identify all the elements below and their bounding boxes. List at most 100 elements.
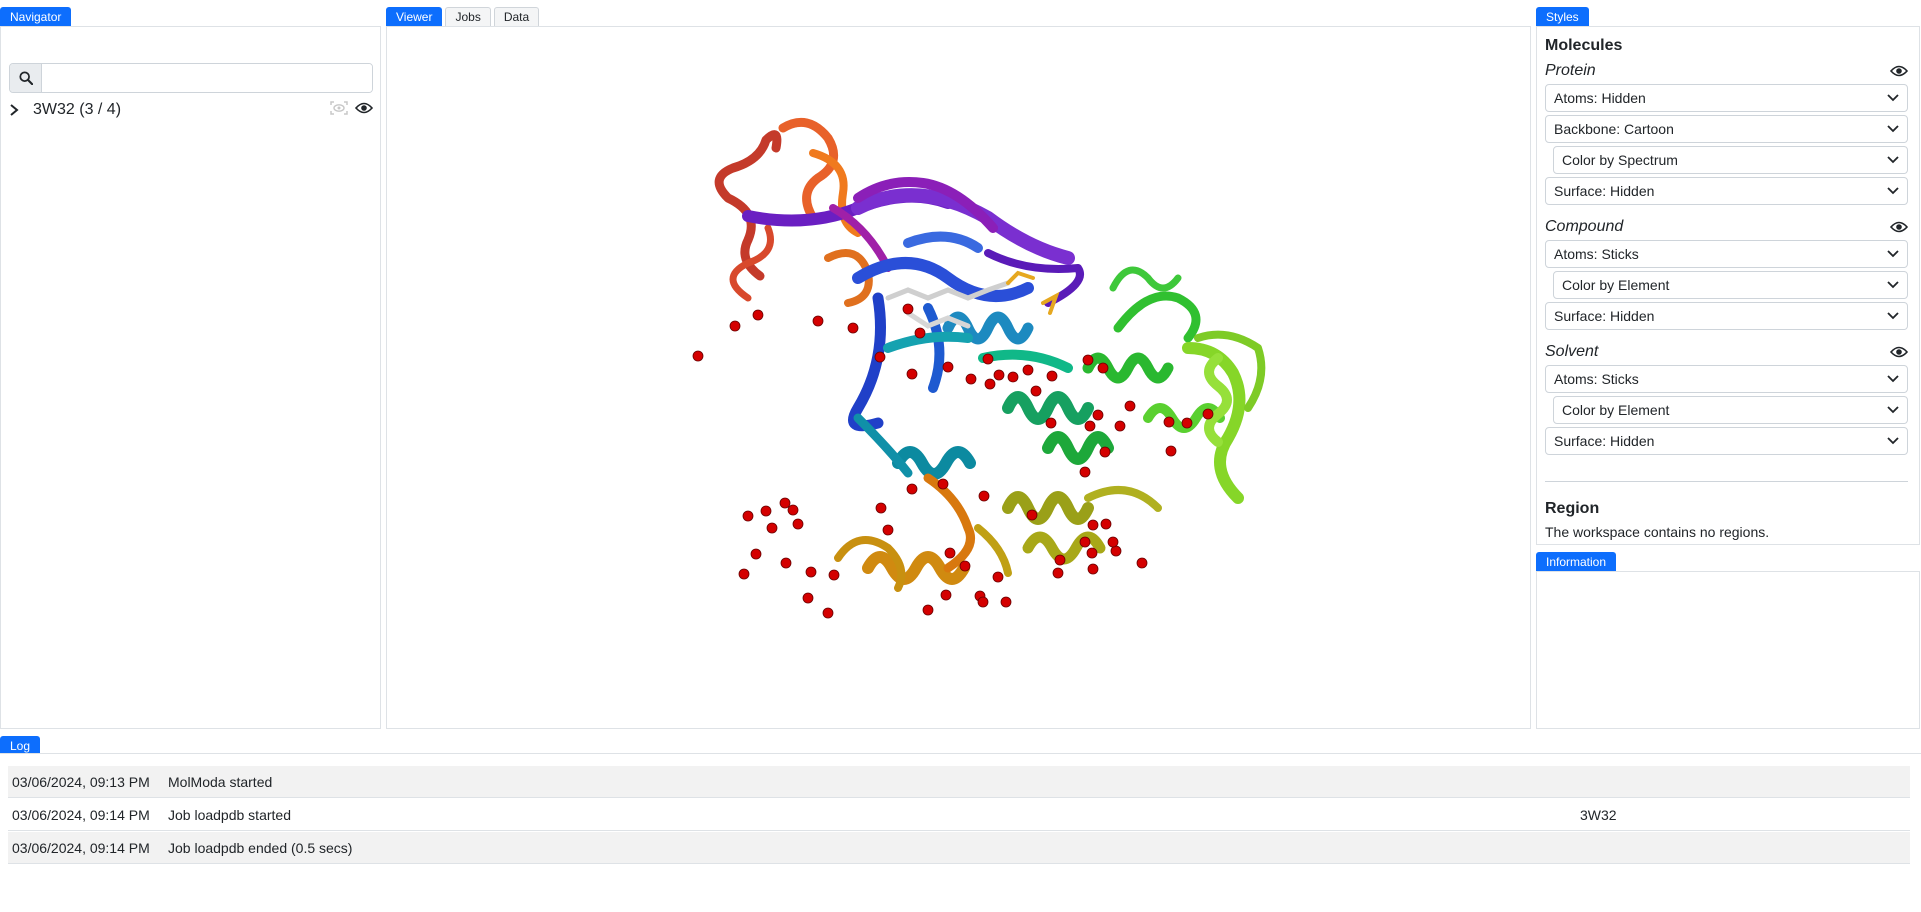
chevron-down-icon bbox=[1887, 312, 1899, 320]
viewer-panel bbox=[386, 26, 1531, 729]
water-oxygen-sphere bbox=[965, 373, 977, 385]
navigator-search bbox=[9, 63, 373, 93]
group-protein-header: Protein bbox=[1545, 60, 1908, 82]
water-oxygen-sphere bbox=[787, 504, 799, 516]
solvent-surface-select[interactable]: Surface: Hidden bbox=[1545, 427, 1908, 455]
chevron-down-icon bbox=[1887, 125, 1899, 133]
information-panel bbox=[1536, 571, 1920, 729]
water-oxygen-sphere bbox=[993, 369, 1005, 381]
log-time: 03/06/2024, 09:14 PM bbox=[12, 806, 150, 823]
log-panel: 03/06/2024, 09:13 PM MolModa started 03/… bbox=[0, 753, 1921, 912]
water-oxygen-sphere bbox=[944, 547, 956, 559]
log-row: 03/06/2024, 09:13 PM MolModa started bbox=[8, 766, 1910, 798]
eye-icon[interactable] bbox=[1890, 220, 1908, 234]
water-oxygen-sphere bbox=[752, 309, 764, 321]
compound-color-select[interactable]: Color by Element bbox=[1553, 271, 1908, 299]
protein-atoms-value: Atoms: Hidden bbox=[1554, 90, 1646, 106]
water-oxygen-sphere bbox=[1046, 370, 1058, 382]
water-oxygen-sphere bbox=[1007, 371, 1019, 383]
water-oxygen-sphere bbox=[805, 566, 817, 578]
styles-divider bbox=[1545, 481, 1908, 482]
water-oxygen-sphere bbox=[847, 322, 859, 334]
tab-data[interactable]: Data bbox=[493, 7, 540, 26]
eye-icon[interactable] bbox=[1890, 345, 1908, 359]
water-oxygen-sphere bbox=[802, 592, 814, 604]
tab-jobs[interactable]: Jobs bbox=[445, 7, 491, 26]
search-button[interactable] bbox=[10, 64, 42, 92]
chevron-down-icon bbox=[1887, 375, 1899, 383]
chevron-down-icon bbox=[1887, 250, 1899, 258]
chevron-down-icon bbox=[1887, 281, 1899, 289]
protein-atoms-select[interactable]: Atoms: Hidden bbox=[1545, 84, 1908, 112]
water-oxygen-sphere bbox=[1163, 416, 1175, 428]
water-oxygen-sphere bbox=[906, 483, 918, 495]
water-oxygen-sphere bbox=[1086, 547, 1098, 559]
water-oxygen-sphere bbox=[902, 303, 914, 315]
log-message: MolModa started bbox=[168, 773, 273, 790]
water-oxygen-sphere bbox=[779, 497, 791, 509]
water-oxygen-sphere bbox=[875, 502, 887, 514]
molecules-title: Molecules bbox=[1545, 37, 1623, 54]
water-oxygen-sphere bbox=[1000, 596, 1012, 608]
solvent-color-select[interactable]: Color by Element bbox=[1553, 396, 1908, 424]
group-compound-header: Compound bbox=[1545, 216, 1908, 238]
eye-icon[interactable] bbox=[1890, 64, 1908, 78]
water-oxygen-sphere bbox=[1082, 354, 1094, 366]
protein-surface-select[interactable]: Surface: Hidden bbox=[1545, 177, 1908, 205]
log-row: 03/06/2024, 09:14 PM Job loadpdb ended (… bbox=[8, 832, 1910, 864]
information-tabstrip: Information bbox=[1536, 552, 1617, 571]
tab-viewer[interactable]: Viewer bbox=[386, 7, 443, 26]
water-oxygen-sphere bbox=[742, 510, 754, 522]
protein-color-select[interactable]: Color by Spectrum bbox=[1553, 146, 1908, 174]
water-oxygen-sphere bbox=[1087, 563, 1099, 575]
water-oxygen-sphere bbox=[992, 571, 1004, 583]
water-oxygen-sphere bbox=[922, 604, 934, 616]
molecule-viewer-canvas[interactable] bbox=[388, 28, 1531, 729]
protein-backbone-select[interactable]: Backbone: Cartoon bbox=[1545, 115, 1908, 143]
water-oxygen-sphere bbox=[822, 607, 834, 619]
water-oxygen-sphere bbox=[1124, 400, 1136, 412]
water-oxygen-sphere bbox=[1030, 385, 1042, 397]
tab-information[interactable]: Information bbox=[1536, 552, 1617, 571]
styles-panel: Molecules Protein Atoms: Hidden Backbone… bbox=[1536, 26, 1920, 545]
water-oxygen-sphere bbox=[982, 353, 994, 365]
compound-atoms-select[interactable]: Atoms: Sticks bbox=[1545, 240, 1908, 268]
water-oxygen-sphere bbox=[812, 315, 824, 327]
water-oxygen-sphere bbox=[1097, 362, 1109, 374]
water-oxygen-sphere bbox=[978, 490, 990, 502]
water-oxygen-sphere bbox=[1181, 417, 1193, 429]
water-oxygen-sphere bbox=[882, 524, 894, 536]
water-oxygen-sphere bbox=[1107, 536, 1119, 548]
compound-surface-value: Surface: Hidden bbox=[1554, 308, 1655, 324]
log-message: Job loadpdb started bbox=[168, 806, 291, 823]
water-oxygen-sphere bbox=[692, 350, 704, 362]
water-oxygen-sphere bbox=[1136, 557, 1148, 569]
solvent-color-value: Color by Element bbox=[1562, 402, 1670, 418]
chevron-right-icon[interactable] bbox=[9, 103, 25, 117]
water-oxygen-sphere bbox=[1084, 420, 1096, 432]
tree-node-3w32[interactable]: 3W32 (3 / 4) bbox=[9, 99, 374, 121]
water-oxygen-sphere bbox=[984, 378, 996, 390]
eye-icon[interactable] bbox=[354, 101, 374, 120]
water-oxygen-sphere bbox=[738, 568, 750, 580]
water-oxygen-sphere bbox=[940, 589, 952, 601]
styles-tabstrip: Styles bbox=[1536, 7, 1589, 26]
tab-navigator[interactable]: Navigator bbox=[0, 7, 72, 26]
log-message: Job loadpdb ended (0.5 secs) bbox=[168, 839, 353, 856]
search-input[interactable] bbox=[42, 64, 372, 92]
focus-icon[interactable] bbox=[329, 100, 349, 121]
group-compound-label: Compound bbox=[1545, 218, 1624, 235]
protein-surface-value: Surface: Hidden bbox=[1554, 183, 1655, 199]
water-oxygen-sphere bbox=[942, 361, 954, 373]
compound-surface-select[interactable]: Surface: Hidden bbox=[1545, 302, 1908, 330]
group-protein-label: Protein bbox=[1545, 62, 1596, 79]
water-oxygen-sphere bbox=[1079, 466, 1091, 478]
water-oxygen-sphere bbox=[760, 505, 772, 517]
chevron-down-icon bbox=[1887, 406, 1899, 414]
chevron-down-icon bbox=[1887, 187, 1899, 195]
protein-backbone-value: Backbone: Cartoon bbox=[1554, 121, 1674, 137]
water-oxygen-sphere bbox=[1087, 519, 1099, 531]
solvent-atoms-select[interactable]: Atoms: Sticks bbox=[1545, 365, 1908, 393]
water-oxygen-sphere bbox=[780, 557, 792, 569]
tab-styles[interactable]: Styles bbox=[1536, 7, 1589, 26]
